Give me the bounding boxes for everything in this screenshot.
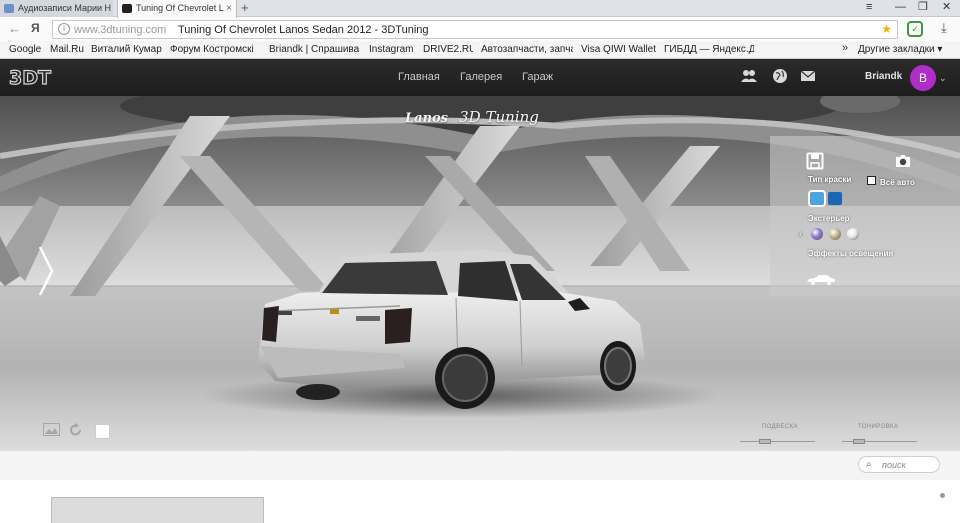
svg-text:3DT: 3DT [9, 67, 51, 88]
download-icon[interactable]: ⤓ [941, 20, 947, 36]
chevron-left-icon[interactable]: ‹ [799, 229, 802, 240]
gallery-thumbnail[interactable] [51, 497, 264, 523]
address-bar: ← Я i www.3dtuning.com Tuning Of Chevrol… [0, 18, 960, 41]
paint-type-label: Тип краски [808, 175, 852, 184]
suspension-slider-thumb[interactable] [758, 439, 771, 444]
tab-title: Аудиозаписи Марии Н [18, 3, 112, 13]
url-host: www.3dtuning.com [74, 24, 167, 36]
bookmark-item[interactable]: Briandk | Спрашива [269, 43, 361, 56]
nav-gallery[interactable]: Галерея [460, 71, 502, 84]
bookmark-item[interactable]: Google [9, 43, 43, 56]
globe-icon[interactable] [771, 67, 789, 85]
bookmark-item[interactable]: ГИБДД — Яндекс.Д [664, 43, 754, 56]
bookmark-item[interactable]: Автозапчасти, запча [481, 43, 573, 56]
maximize-button[interactable]: ❐ [918, 0, 928, 14]
garage-scene [0, 96, 960, 450]
rotate-icon[interactable] [69, 423, 83, 437]
tab-close-icon[interactable]: × [226, 0, 232, 17]
suspension-track[interactable] [740, 441, 815, 442]
mail-icon[interactable] [799, 67, 817, 85]
tab-3dtuning[interactable]: Tuning Of Chevrolet L × [117, 0, 237, 18]
tab-title: Tuning Of Chevrolet L [136, 3, 224, 13]
model-title: Lanos 3D Tuning [405, 107, 539, 126]
paint-swatch-matte[interactable] [828, 192, 842, 205]
tint-slider-thumb[interactable] [853, 439, 866, 444]
all-car-checkbox[interactable] [867, 176, 876, 185]
next-arrow-icon[interactable] [36, 245, 56, 297]
3dtuning-favicon-icon [122, 4, 132, 13]
username[interactable]: Briandk [865, 71, 902, 83]
search-placeholder: поиск [882, 460, 906, 470]
camera-icon[interactable] [894, 152, 912, 170]
bookmark-item[interactable]: Виталий Кумар [91, 43, 163, 56]
vk-favicon-icon [4, 4, 14, 13]
exterior-color-2[interactable] [829, 228, 841, 240]
3d-viewer[interactable]: Lanos 3D Tuning Тип краски Всё авто Экст… [0, 96, 960, 450]
avatar[interactable]: B [910, 65, 936, 91]
nav-garage[interactable]: Гараж [522, 71, 553, 84]
nav-home[interactable]: Главная [398, 71, 440, 84]
exterior-color-1[interactable] [811, 228, 823, 240]
minimize-button[interactable]: — [895, 0, 906, 14]
bookmark-item[interactable]: Mail.Ru [50, 43, 85, 56]
tab-audio[interactable]: Аудиозаписи Марии Н [0, 0, 113, 17]
search-input[interactable]: ⌕ поиск [858, 456, 940, 473]
car-silhouette-icon[interactable] [806, 274, 836, 285]
bookmark-item[interactable]: DRIVE2.RU [423, 43, 473, 56]
all-car-label: Всё авто [880, 178, 915, 187]
yandex-button[interactable]: Я [31, 21, 40, 35]
bookmark-star-icon[interactable]: ★ [881, 22, 892, 36]
url-field[interactable]: i www.3dtuning.com Tuning Of Chevrolet L… [52, 20, 898, 39]
chevron-down-icon[interactable]: ⌄ [939, 73, 947, 84]
tab-bar: Аудиозаписи Марии Н Tuning Of Chevrolet … [0, 0, 960, 18]
exterior-color-3[interactable] [847, 228, 859, 240]
content-toolbar [0, 450, 960, 480]
close-window-button[interactable]: ✕ [942, 0, 951, 14]
other-bookmarks[interactable]: Другие закладки ▾ [858, 43, 958, 56]
bookmark-item[interactable]: Instagram [369, 43, 415, 56]
fullscreen-toggle[interactable] [95, 424, 110, 439]
site-info-icon[interactable]: i [58, 23, 70, 35]
new-tab-button[interactable]: + [241, 0, 249, 16]
model-name: Lanos [405, 111, 449, 126]
bookmarks-bar: Google Mail.Ru Виталий Кумар Форум Костр… [0, 41, 960, 59]
paint-swatch-gloss[interactable] [808, 190, 826, 207]
bookmark-item[interactable]: Форум Костромскі [170, 43, 261, 56]
tint-label: ТОНИРОВКА [858, 424, 899, 430]
exterior-label: Экстерьер [808, 214, 850, 223]
lighting-effects-label: Эффекты освещения [808, 249, 894, 258]
menu-icon[interactable]: ≡ [866, 0, 872, 14]
search-icon: ⌕ [866, 459, 872, 470]
save-icon[interactable] [806, 152, 824, 170]
3dtuning-logo[interactable]: 3DT [7, 66, 65, 88]
image-icon[interactable] [43, 423, 60, 436]
suspension-label: ПОДВЕСКА [762, 424, 798, 430]
community-icon[interactable] [740, 67, 758, 85]
extension-icon[interactable]: ✓ [907, 21, 923, 37]
brand-suffix: 3D Tuning [459, 108, 539, 126]
url-page-title: Tuning Of Chevrolet Lanos Sedan 2012 - 3… [178, 24, 429, 36]
scroll-indicator[interactable] [940, 493, 945, 498]
back-button[interactable]: ← [8, 21, 21, 37]
bookmarks-overflow-icon[interactable]: » [842, 42, 848, 54]
bookmark-item[interactable]: Visa QIWI Wallet [581, 43, 657, 56]
